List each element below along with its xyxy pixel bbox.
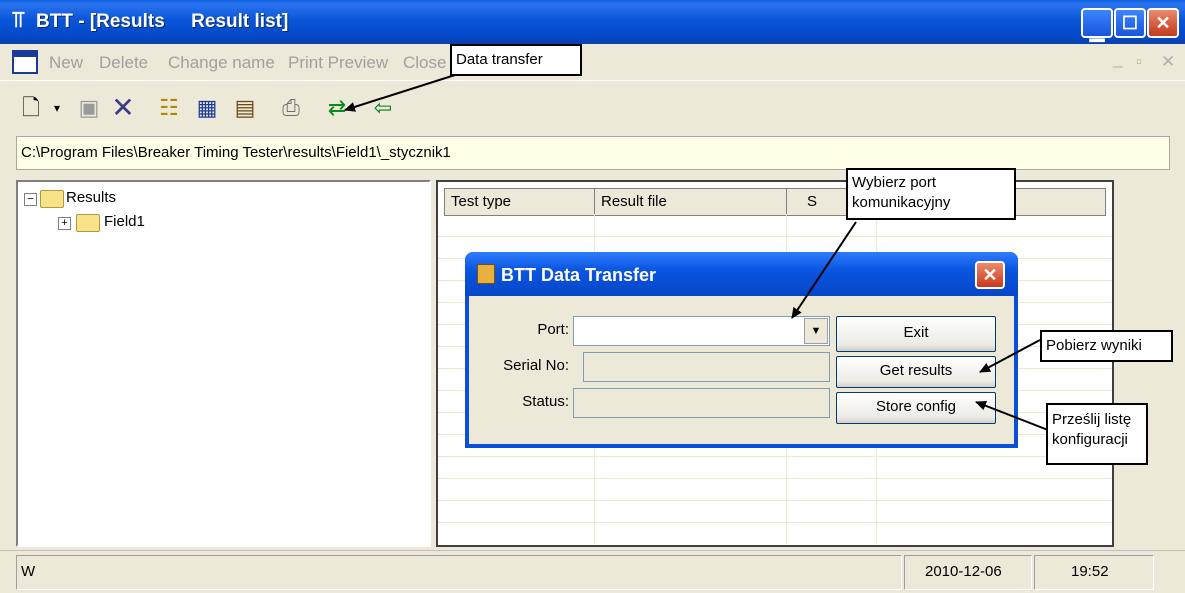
callout-port: Wybierz port komunikacyjny bbox=[846, 168, 1016, 220]
callout-get-results: Pobierz wyniki bbox=[1040, 330, 1173, 362]
callout-store-config: Prześlij listę konfiguracji bbox=[1046, 403, 1148, 465]
callout-data-transfer: Data transfer bbox=[450, 44, 582, 76]
annotation-arrows bbox=[344, 74, 1049, 431]
main-window: ⫪ BTT - [Results Result list] ▁ ☐ ✕ New … bbox=[0, 0, 1185, 593]
